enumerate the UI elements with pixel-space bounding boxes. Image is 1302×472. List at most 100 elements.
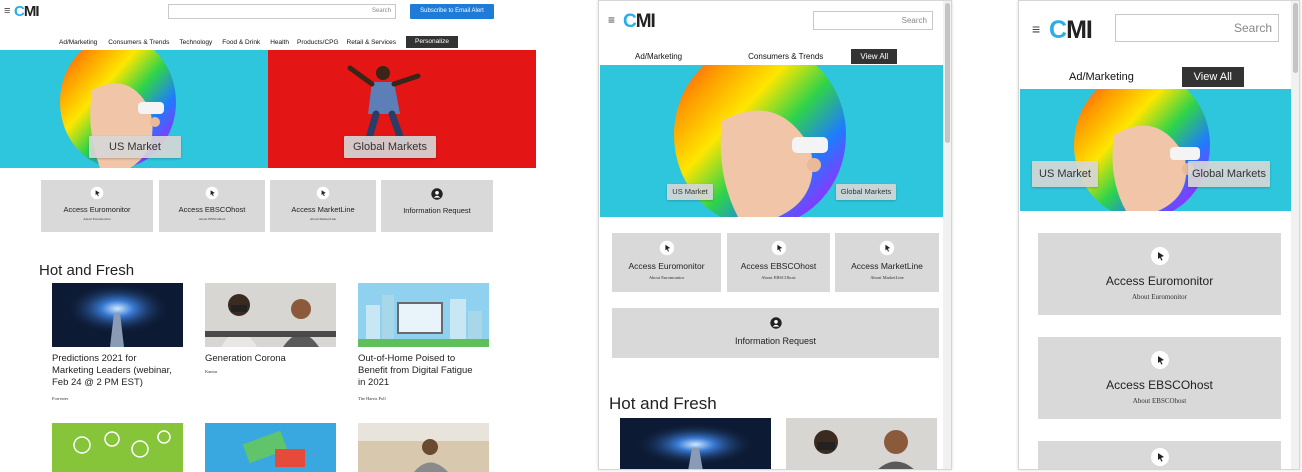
us-market-button[interactable]: US Market — [89, 136, 181, 158]
nav-health[interactable]: Health — [270, 39, 289, 46]
card-image-generation-corona[interactable] — [205, 283, 336, 347]
card-image-woman-laptop[interactable] — [358, 423, 489, 472]
nav-food-drink[interactable]: Food & Drink — [222, 39, 260, 46]
city-billboards-image — [358, 283, 489, 347]
tile-ebscohost[interactable]: Access EBSCOhost About EBSCOhost — [1038, 337, 1281, 419]
tile-subtitle[interactable]: About MarketLine — [835, 275, 939, 280]
main-nav: Ad/Marketing Consumers & Trends View All — [635, 49, 898, 64]
nav-ad-marketing[interactable]: Ad/Marketing — [59, 39, 97, 46]
main-nav: Ad/Marketing Consumers & Trends Technolo… — [59, 36, 459, 48]
tile-information-request[interactable]: Information Request — [612, 308, 939, 358]
cursor-click-icon — [90, 186, 104, 200]
tile-ebscohost[interactable]: Access EBSCOhost About EBSCOhost — [727, 233, 830, 292]
card-image-money[interactable] — [205, 423, 336, 472]
view-all-button[interactable]: View All — [1181, 67, 1244, 87]
us-market-button[interactable]: US Market — [1032, 161, 1098, 187]
logo-mi: MI — [1066, 16, 1093, 44]
personalize-button[interactable]: Personalize — [406, 36, 459, 48]
cursor-click-icon — [659, 240, 674, 256]
woman-laptop-image — [358, 423, 489, 472]
nav-ad-marketing[interactable]: Ad/Marketing — [635, 52, 682, 61]
markets-hero[interactable]: US Market Global Markets — [1020, 89, 1292, 211]
tile-title: Information Request — [734, 336, 817, 346]
cursor-click-icon — [1150, 247, 1169, 265]
main-nav: Ad/Marketing View All — [1069, 67, 1244, 87]
tile-title: Access Euromonitor — [63, 205, 131, 214]
tile-title: Access MarketLine — [291, 205, 355, 214]
cursor-click-icon — [771, 240, 786, 256]
tile-subtitle[interactable]: About EBSCOhost — [1038, 397, 1281, 405]
hand-light-image — [52, 283, 183, 347]
card-image-out-of-home[interactable] — [358, 283, 489, 347]
card-image-generation-corona[interactable] — [786, 418, 937, 469]
nav-products-cpg[interactable]: Products/CPG — [297, 39, 339, 46]
markets-hero[interactable]: US Market Global Markets — [600, 65, 950, 217]
logo-mi: MI — [635, 11, 656, 32]
card-source: Forrester — [52, 396, 69, 401]
tile-information-request[interactable]: Information Request — [381, 180, 493, 232]
tech-icons-image — [52, 423, 183, 472]
tile-subtitle[interactable]: About EBSCOhost — [159, 217, 265, 221]
card-title-line: Predictions 2021 for — [52, 353, 137, 364]
search-input[interactable]: Search — [1115, 14, 1279, 42]
logo-c: C — [623, 11, 637, 32]
tile-euromonitor[interactable]: Access Euromonitor About Euromonitor — [41, 180, 153, 232]
card-image-predictions[interactable] — [52, 283, 183, 347]
menu-icon[interactable]: ≡ — [4, 6, 10, 17]
nav-ad-marketing[interactable]: Ad/Marketing — [1069, 71, 1134, 83]
card-title-line: Benefit from Digital Fatigue — [358, 365, 473, 376]
logo[interactable]: CMI — [623, 11, 656, 32]
global-markets-button[interactable]: Global Markets — [836, 184, 896, 200]
search-input[interactable]: Search — [813, 11, 933, 30]
nav-technology[interactable]: Technology — [179, 39, 212, 46]
tile-subtitle[interactable]: About Euromonitor — [1038, 293, 1281, 301]
view-all-button[interactable]: View All — [851, 49, 898, 64]
rainbow-hair-woman-image — [1074, 89, 1210, 211]
tile-subtitle[interactable]: About Euromonitor — [612, 275, 721, 280]
tile-euromonitor[interactable]: Access Euromonitor About Euromonitor — [1038, 233, 1281, 315]
global-markets-button[interactable]: Global Markets — [344, 136, 436, 158]
logo[interactable]: CMI — [1049, 16, 1093, 44]
card-image-tech-icons[interactable] — [52, 423, 183, 472]
card-title[interactable]: Predictions 2021 for Marketing Leaders (… — [52, 353, 172, 389]
menu-icon[interactable]: ≡ — [1032, 22, 1040, 36]
section-title: Hot and Fresh — [609, 394, 717, 413]
global-markets-button[interactable]: Global Markets — [1188, 161, 1270, 187]
tile-euromonitor[interactable]: Access Euromonitor About Euromonitor — [612, 233, 721, 292]
cursor-click-icon — [1150, 448, 1169, 466]
logo-c: C — [14, 3, 25, 20]
card-image-predictions[interactable] — [620, 418, 771, 469]
tile-subtitle[interactable]: About MarketLine — [270, 217, 376, 221]
desktop-screenshot: ≡ CMI Search Subscribe to Email Alert Ad… — [0, 0, 540, 472]
tile-ebscohost[interactable]: Access EBSCOhost About EBSCOhost — [159, 180, 265, 232]
tile-title: Information Request — [403, 206, 471, 215]
nav-retail-services[interactable]: Retail & Services — [347, 39, 397, 46]
scrollbar-thumb[interactable] — [1293, 3, 1298, 73]
hand-light-image — [620, 418, 771, 469]
us-market-hero[interactable]: US Market — [0, 50, 268, 168]
card-title[interactable]: Out-of-Home Poised to Benefit from Digit… — [358, 353, 473, 389]
nav-consumers-trends[interactable]: Consumers & Trends — [748, 52, 823, 61]
tile-marketline[interactable]: Access MarketLine About MarketLine — [835, 233, 939, 292]
nav-consumers-trends[interactable]: Consumers & Trends — [108, 39, 169, 46]
cursor-click-icon — [1150, 351, 1169, 369]
user-icon — [769, 317, 782, 329]
section-title: Hot and Fresh — [39, 262, 135, 279]
search-input[interactable]: Search — [168, 4, 396, 19]
subscribe-button[interactable]: Subscribe to Email Alert — [410, 4, 494, 19]
tile-marketline[interactable]: Access MarketLine About MarketLine — [270, 180, 376, 232]
card-title-line: in 2021 — [358, 377, 390, 388]
card-title[interactable]: Generation Corona — [205, 353, 286, 365]
logo[interactable]: CMI — [14, 4, 39, 19]
us-market-button[interactable]: US Market — [667, 184, 713, 200]
tile-subtitle[interactable]: About Euromonitor — [41, 217, 153, 221]
tile-subtitle[interactable]: About EBSCOhost — [727, 275, 830, 280]
scrollbar-thumb[interactable] — [945, 3, 950, 143]
rainbow-hair-woman-image — [674, 65, 846, 217]
global-markets-hero[interactable]: Global Markets — [268, 50, 536, 168]
tile-marketline[interactable] — [1038, 441, 1281, 469]
card-source: Kantar — [205, 369, 218, 374]
cursor-click-icon — [879, 240, 895, 256]
menu-icon[interactable]: ≡ — [608, 14, 615, 26]
tile-title: Access EBSCOhost — [178, 205, 246, 214]
